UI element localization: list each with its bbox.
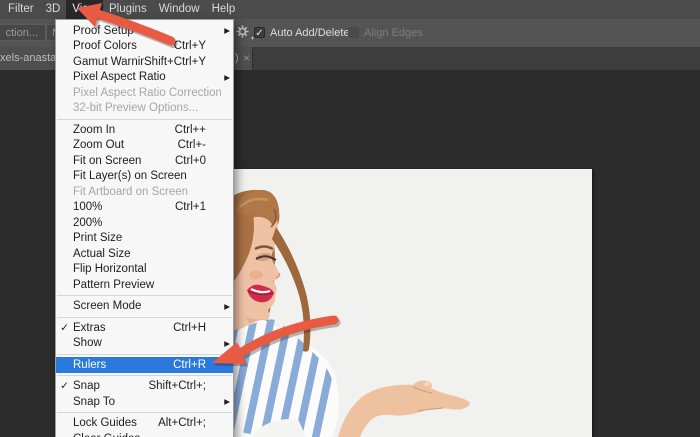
menubar-item-filter[interactable]: Filter [2, 0, 40, 19]
menubar-item-help[interactable]: Help [206, 0, 242, 19]
menu-item-label: Print Size [73, 232, 123, 245]
auto-add-delete-checkbox[interactable]: ✓ [254, 27, 265, 39]
menu-item-label: Zoom Out [73, 139, 125, 152]
menu-item-label: 100% [73, 201, 103, 214]
menu-item-label: Snap [73, 380, 100, 393]
menu-item-shortcut: Alt+Ctrl+; [158, 417, 206, 430]
check-icon: ✓ [60, 321, 69, 334]
menu-item-pattern-preview[interactable]: Pattern Preview [56, 277, 233, 293]
menu-item-zoom-out[interactable]: Zoom Out Ctrl+- [56, 138, 233, 154]
menu-item-32-bit-preview-options: 32-bit Preview Options... [56, 101, 233, 117]
truncated-option-button[interactable]: ction... [0, 24, 46, 41]
tab-close-icon[interactable]: × [243, 47, 250, 70]
menu-item-100[interactable]: 100% Ctrl+1 [56, 200, 233, 216]
menu-item-label: Lock Guides [73, 417, 137, 430]
menu-item-extras[interactable]: ✓ Extras Ctrl+H [56, 320, 233, 336]
menu-item-screen-mode[interactable]: Screen Mode ▶ [56, 299, 233, 315]
menu-item-200[interactable]: 200% [56, 215, 233, 231]
menu-item-zoom-in[interactable]: Zoom In Ctrl++ [56, 122, 233, 138]
menu-item-label: Proof Colors [73, 40, 137, 53]
menu-item-label: Pixel Aspect Ratio [73, 71, 166, 84]
menu-item-shortcut: Shift+Ctrl+; [148, 380, 206, 393]
menu-item-pixel-aspect-ratio-correction: Pixel Aspect Ratio Correction [56, 85, 233, 101]
menu-item-show[interactable]: Show ▶ [56, 336, 233, 352]
menu-item-proof-setup[interactable]: Proof Setup ▶ [56, 23, 233, 39]
menubar-item-3d[interactable]: 3D [40, 0, 67, 19]
menu-item-label: Screen Mode [73, 300, 142, 313]
menu-item-label: Fit on Screen [73, 154, 142, 167]
menubar-item-plugins[interactable]: Plugins [103, 0, 153, 19]
menu-item-label: Pattern Preview [73, 278, 155, 291]
menu-item-gamut-warning[interactable]: Gamut WarningShift+Ctrl+Y [56, 54, 233, 70]
menu-item-shortcut: Ctrl++ [174, 123, 206, 136]
menubar: Filter 3D View Plugins Window Help [0, 0, 700, 19]
menu-item-shortcut: Ctrl+0 [175, 154, 206, 167]
menu-item-clear-guides[interactable]: Clear Guides [56, 431, 233, 437]
menu-item-label: Clear Guides [73, 433, 221, 437]
menubar-item-view[interactable]: View [66, 0, 103, 19]
check-icon: ✓ [60, 380, 69, 393]
submenu-arrow-icon: ▶ [224, 301, 230, 311]
menu-item-label: Rulers [73, 358, 107, 371]
menu-item-label: Snap To [73, 395, 115, 408]
menu-item-shortcut: Ctrl+H [173, 321, 206, 334]
menu-item-label: Proof Setup [73, 24, 134, 37]
menu-item-label: Gamut Warning [73, 55, 144, 68]
submenu-arrow-icon: ▶ [224, 397, 230, 407]
document-tab-title-end: ) [235, 52, 239, 64]
gear-icon[interactable]: ▾ [236, 25, 254, 42]
menu-item-shortcut: Ctrl+- [177, 139, 206, 152]
align-edges-label: Align Edges [364, 27, 423, 39]
menu-item-rulers[interactable]: Rulers Ctrl+R [56, 357, 233, 373]
menu-item-shortcut: Shift+Ctrl+Y [144, 55, 206, 68]
menu-item-label: Flip Horizontal [73, 263, 147, 276]
menu-item-shortcut: Ctrl+R [173, 358, 206, 371]
auto-add-delete-label[interactable]: Auto Add/Delete [270, 27, 350, 39]
submenu-arrow-icon: ▶ [224, 72, 230, 82]
menu-item-label: Actual Size [73, 247, 131, 260]
menu-item-flip-horizontal[interactable]: Flip Horizontal [56, 262, 233, 278]
menubar-item-window[interactable]: Window [153, 0, 206, 19]
menu-item-lock-guides[interactable]: Lock Guides Alt+Ctrl+; [56, 416, 233, 432]
menu-item-fit-artboard-on-screen: Fit Artboard on Screen [56, 184, 233, 200]
submenu-arrow-icon: ▶ [224, 338, 230, 348]
menu-item-pixel-aspect-ratio[interactable]: Pixel Aspect Ratio ▶ [56, 70, 233, 86]
menu-item-label: Fit Layer(s) on Screen [73, 170, 187, 183]
view-menu: Proof Setup ▶ Proof Colors Ctrl+Y Gamut Warn… [55, 19, 234, 437]
menu-item-label: Extras [73, 321, 106, 334]
menu-item-proof-colors[interactable]: Proof Colors Ctrl+Y [56, 39, 233, 55]
menu-item-label: Zoom In [73, 123, 116, 136]
menu-item-print-size[interactable]: Print Size [56, 231, 233, 247]
align-edges-checkbox [348, 27, 359, 38]
menu-item-actual-size[interactable]: Actual Size [56, 246, 233, 262]
menu-item-snap[interactable]: ✓ Snap Shift+Ctrl+; [56, 379, 233, 395]
menu-item-label: 32-bit Preview Options... [73, 102, 199, 115]
menu-item-fit-layer-s-on-screen[interactable]: Fit Layer(s) on Screen [56, 169, 233, 185]
menu-item-label: Show [73, 337, 102, 350]
menu-item-label: 200% [73, 216, 103, 229]
menu-item-label: Fit Artboard on Screen [73, 185, 189, 198]
menu-item-shortcut: Ctrl+Y [173, 40, 206, 53]
submenu-arrow-icon: ▶ [224, 26, 230, 36]
menu-item-label: Pixel Aspect Ratio Correction [73, 86, 221, 99]
menu-item-snap-to[interactable]: Snap To ▶ [56, 394, 233, 410]
photoshop-window: Filter 3D View Plugins Window Help ction… [0, 0, 700, 437]
menu-item-fit-on-screen[interactable]: Fit on Screen Ctrl+0 [56, 153, 233, 169]
menu-item-shortcut: Ctrl+1 [175, 201, 206, 214]
